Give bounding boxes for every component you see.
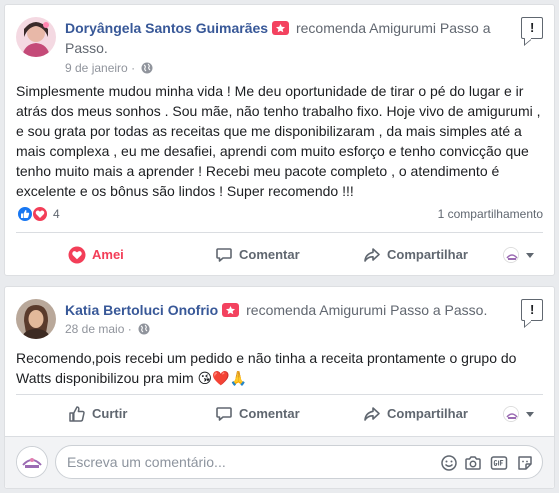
thumbs-up-icon bbox=[69, 406, 85, 422]
post-date[interactable]: 28 de maio bbox=[65, 322, 124, 336]
divider bbox=[16, 232, 543, 233]
globe-icon[interactable] bbox=[138, 323, 150, 339]
reactions-bar: 4 1 compartilhamento bbox=[16, 204, 543, 224]
chevron-down-icon bbox=[526, 253, 534, 258]
action-bar: Curtir Comentar Compartilhar bbox=[16, 398, 543, 430]
divider bbox=[16, 394, 543, 395]
post-card-1: Doryângela Santos Guimarães recomenda Am… bbox=[4, 4, 555, 276]
comment-composer bbox=[5, 436, 554, 488]
heart-icon bbox=[68, 246, 86, 264]
like-label: Curtir bbox=[92, 406, 128, 421]
header-line: Doryângela Santos Guimarães recomenda Am… bbox=[65, 18, 507, 58]
share-label: Compartilhar bbox=[387, 247, 468, 262]
post-meta: 9 de janeiro · bbox=[65, 60, 153, 78]
post-header: Katia Bertoluci Onofrio recomenda Amigur… bbox=[16, 299, 543, 343]
recommend-text-cont: Passo. bbox=[65, 40, 108, 56]
post-meta: 28 de maio · bbox=[65, 321, 150, 339]
comment-input[interactable] bbox=[67, 446, 427, 478]
post-text-body: Recomendo,pois recebi um pedido e não ti… bbox=[16, 350, 517, 386]
share-label: Compartilhar bbox=[387, 406, 468, 421]
post-card-2: Katia Bertoluci Onofrio recomenda Amigur… bbox=[4, 286, 555, 489]
header-line: Katia Bertoluci Onofrio recomenda Amigur… bbox=[65, 300, 507, 320]
meta-separator: · bbox=[131, 61, 136, 75]
reaction-count[interactable]: 4 bbox=[53, 207, 60, 221]
reaction-icons[interactable] bbox=[16, 206, 50, 225]
meta-separator: · bbox=[127, 322, 132, 336]
comment-icon bbox=[216, 248, 232, 262]
author-name[interactable]: Doryângela Santos Guimarães bbox=[65, 20, 268, 36]
chevron-down-icon bbox=[526, 412, 534, 417]
gif-icon[interactable] bbox=[490, 454, 508, 472]
flag-icon[interactable]: ! bbox=[521, 17, 543, 39]
recommend-icon bbox=[272, 21, 290, 35]
emoji-icon[interactable] bbox=[440, 454, 458, 472]
like-reaction-icon bbox=[17, 206, 33, 222]
author-name[interactable]: Katia Bertoluci Onofrio bbox=[65, 302, 218, 318]
share-icon bbox=[364, 248, 380, 262]
audience-chooser[interactable] bbox=[503, 398, 543, 430]
post-header: Doryângela Santos Guimarães recomenda Am… bbox=[16, 17, 543, 75]
author-avatar[interactable] bbox=[16, 299, 56, 339]
sticker-icon[interactable] bbox=[516, 454, 534, 472]
post-text: Simplesmente mudou minha vida ! Me deu o… bbox=[16, 83, 541, 199]
comment-label: Comentar bbox=[239, 247, 300, 262]
share-icon bbox=[364, 407, 380, 421]
post-text: Recomendo,pois recebi um pedido e não ti… bbox=[16, 348, 542, 388]
recommend-icon bbox=[222, 303, 240, 317]
comment-icon bbox=[216, 407, 232, 421]
page-avatar bbox=[503, 406, 519, 422]
post-date[interactable]: 9 de janeiro bbox=[65, 61, 128, 75]
camera-icon[interactable] bbox=[464, 454, 482, 472]
action-bar: Amei Comentar Compartilhar bbox=[16, 239, 543, 271]
recommend-text: recomenda Amigurumi Passo a Passo. bbox=[246, 302, 488, 318]
love-reaction-icon bbox=[32, 206, 48, 222]
post-emoji: 😘❤️🙏 bbox=[197, 370, 248, 386]
flag-icon[interactable]: ! bbox=[521, 299, 543, 321]
recommend-text: recomenda Amigurumi Passo a bbox=[295, 20, 491, 36]
comment-input-wrap bbox=[55, 445, 543, 479]
author-avatar[interactable] bbox=[16, 17, 56, 57]
share-count[interactable]: 1 compartilhamento bbox=[438, 207, 543, 221]
globe-icon[interactable] bbox=[141, 62, 153, 78]
flag-glyph: ! bbox=[530, 302, 535, 317]
commenter-avatar[interactable] bbox=[16, 446, 48, 478]
audience-chooser[interactable] bbox=[503, 239, 543, 271]
page-avatar bbox=[503, 247, 519, 263]
flag-glyph: ! bbox=[530, 20, 535, 35]
love-label: Amei bbox=[92, 247, 124, 262]
comment-label: Comentar bbox=[239, 406, 300, 421]
